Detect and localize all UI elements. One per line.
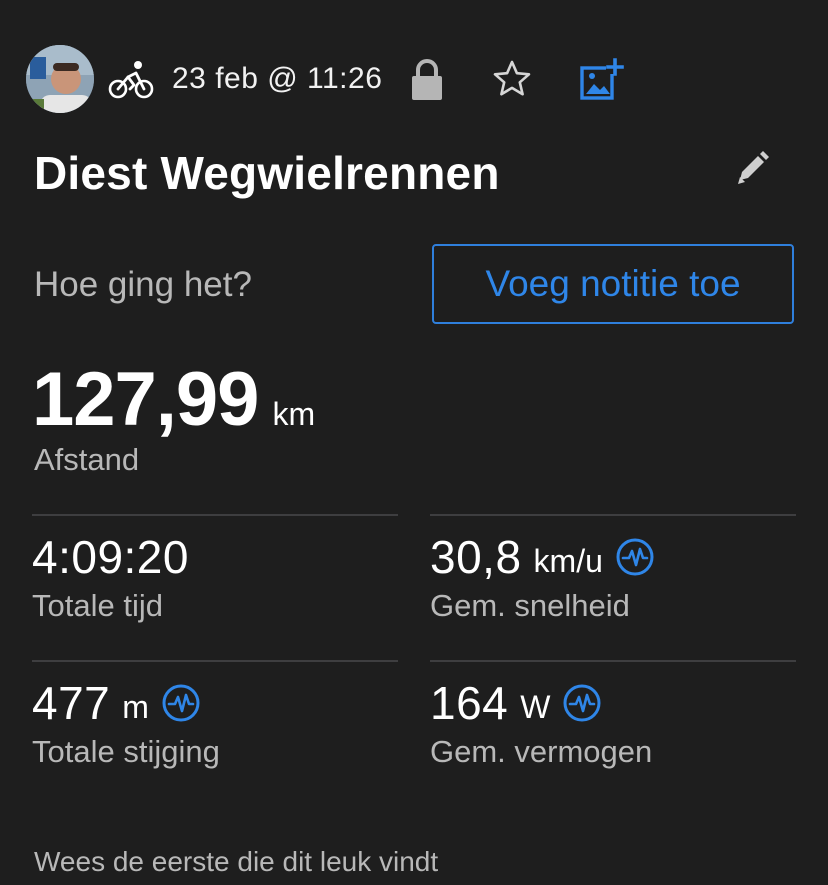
pencil-icon[interactable] <box>734 150 770 186</box>
stat-label: Gem. snelheid <box>430 588 630 623</box>
divider <box>430 514 796 516</box>
add-note-button[interactable]: Voeg notitie toe <box>432 244 794 324</box>
stat-unit: km/u <box>533 542 603 579</box>
stat-value: 4:09:20 <box>32 531 189 583</box>
stat-unit: W <box>520 688 551 725</box>
likes-prompt[interactable]: Wees de eerste die dit leuk vindt <box>34 846 438 878</box>
distance-number: 127,99 <box>32 357 259 442</box>
stat-total-time: 4:09:20 Totale tijd <box>32 530 189 624</box>
stat-unit: m <box>122 688 149 725</box>
activity-date: 23 feb @ 11:26 <box>172 62 383 95</box>
stat-avg-speed: 30,8 km/u Gem. snelheid <box>430 530 655 624</box>
divider <box>32 514 398 516</box>
stat-avg-power: 164 W Gem. vermogen <box>430 676 652 770</box>
road-cycling-icon <box>108 61 154 99</box>
stat-label: Gem. vermogen <box>430 734 653 769</box>
pulse-badge-icon[interactable] <box>562 683 602 723</box>
stat-label: Totale stijging <box>32 734 220 769</box>
distance-unit: km <box>272 396 316 432</box>
stat-value: 30,8 <box>430 531 522 583</box>
activity-title: Diest Wegwielrennen <box>34 147 500 199</box>
stat-value: 164 <box>430 677 509 729</box>
add-photo-icon[interactable] <box>580 58 625 100</box>
stat-total-ascent: 477 m Totale stijging <box>32 676 220 770</box>
pulse-badge-icon[interactable] <box>615 537 655 577</box>
stat-value: 477 <box>32 677 111 729</box>
how-did-it-go-prompt: Hoe ging het? <box>34 265 252 304</box>
divider <box>32 660 398 662</box>
divider <box>430 660 796 662</box>
activity-detail-screen: 23 feb @ 11:26 Diest Wegwielrennen Hoe g… <box>0 0 828 885</box>
activity-header: 23 feb @ 11:26 <box>26 44 802 114</box>
distance-label: Afstand <box>34 442 140 477</box>
user-avatar[interactable] <box>26 45 94 113</box>
distance-value: 127,99 km <box>32 356 315 443</box>
avatar-photo-icon <box>26 45 94 113</box>
star-icon[interactable] <box>492 59 532 99</box>
lock-icon[interactable] <box>410 57 444 101</box>
stat-label: Totale tijd <box>32 588 163 623</box>
pulse-badge-icon[interactable] <box>161 683 201 723</box>
